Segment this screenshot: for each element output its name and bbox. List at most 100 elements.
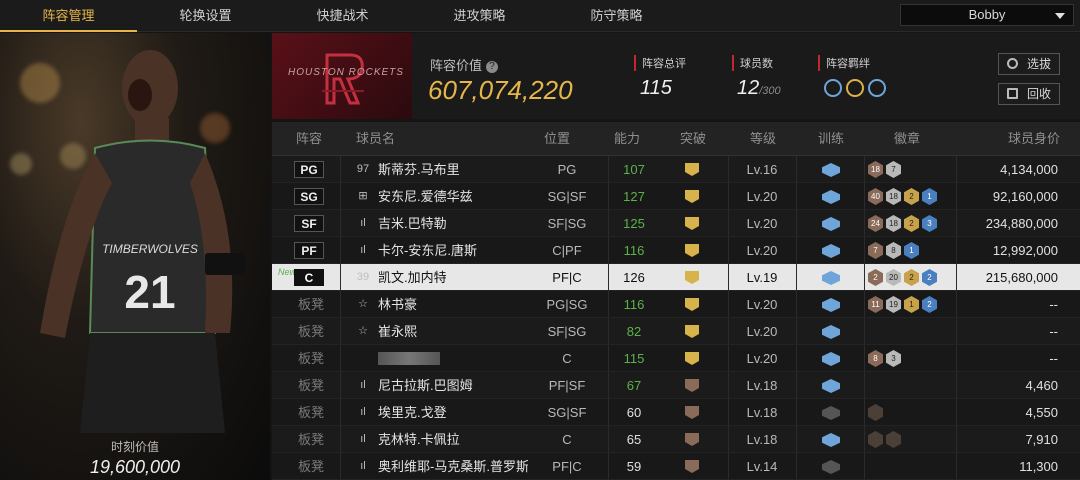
table-row[interactable]: SG ⊞ 安东尼.爱德华兹 SG|SF 127 Lv.20 40 18 2 1 92,160,000: [272, 183, 1080, 210]
player-name[interactable]: 克林特.卡佩拉: [378, 426, 528, 453]
badge-icon[interactable]: 8: [868, 350, 883, 367]
badge-icon[interactable]: 19: [886, 296, 901, 313]
table-row[interactable]: 板凳 ıl 克林特.卡佩拉 C 65 Lv.18 7,910: [272, 426, 1080, 453]
badge-icon[interactable]: 7: [886, 161, 901, 178]
player-level: Lv.19: [746, 270, 778, 285]
badge-icon[interactable]: 2: [904, 269, 919, 286]
help-icon[interactable]: ?: [486, 61, 499, 73]
player-name[interactable]: 吉米.巴特勒: [378, 210, 528, 237]
badge-icon[interactable]: 2: [904, 188, 919, 205]
badge-icon[interactable]: 18: [886, 188, 901, 205]
training-icon[interactable]: [822, 460, 840, 474]
badge-icon[interactable]: 2: [922, 296, 937, 313]
bond-group-icon[interactable]: [824, 79, 842, 97]
player-name[interactable]: 卡尔-安东尼.唐斯: [378, 237, 528, 264]
badge-icon[interactable]: [868, 431, 883, 448]
column-divider: [864, 372, 865, 398]
table-row[interactable]: 板凳 ıl 尼古拉斯.巴图姆 PF|SF 67 Lv.18 4,460: [272, 372, 1080, 399]
training-icon[interactable]: [822, 379, 840, 393]
training-icon[interactable]: [822, 433, 840, 447]
select-button[interactable]: 选拔: [998, 53, 1060, 75]
slot-chip[interactable]: C: [294, 269, 324, 286]
badge-icon[interactable]: 7: [868, 242, 883, 259]
col-training: 训练: [818, 131, 845, 146]
badge-icon[interactable]: [868, 404, 883, 421]
table-row[interactable]: 板凳 ☆ 林书豪 PG|SG 116 Lv.20 11 19 1 2 --: [272, 291, 1080, 318]
player-salary: --: [1049, 297, 1058, 312]
slot-chip[interactable]: SF: [294, 215, 324, 232]
training-icon[interactable]: [822, 244, 840, 258]
table-row[interactable]: PG 97 斯蒂芬.马布里 PG 107 Lv.16 18 7 4,134,000: [272, 156, 1080, 183]
player-level: Lv.18: [746, 432, 778, 447]
table-row[interactable]: 板凳 C 115 Lv.20 8 3 --: [272, 345, 1080, 372]
badge-icon[interactable]: [886, 431, 901, 448]
player-name[interactable]: 凯文.加内特: [378, 264, 528, 291]
slot-chip[interactable]: PG: [294, 161, 324, 178]
badge-icon[interactable]: 2: [904, 215, 919, 232]
badge-icon[interactable]: 11: [868, 296, 883, 313]
tab-quick-tactics[interactable]: 快捷战术: [274, 0, 411, 32]
tab-lineup-management[interactable]: 阵容管理: [0, 0, 137, 32]
bond-group-icon[interactable]: [846, 79, 864, 97]
column-divider: [340, 453, 341, 479]
refresh-icon: [1007, 58, 1018, 69]
badge-icon[interactable]: 1: [904, 296, 919, 313]
badge-icon[interactable]: 3: [886, 350, 901, 367]
recycle-button[interactable]: 回收: [998, 83, 1060, 105]
badge-icon[interactable]: 40: [868, 188, 883, 205]
badge-icon[interactable]: 20: [886, 269, 901, 286]
column-divider: [796, 345, 797, 371]
player-ability: 115: [623, 351, 645, 366]
player-name[interactable]: 埃里克.戈登: [378, 399, 528, 426]
training-icon[interactable]: [822, 298, 840, 312]
player-name[interactable]: 斯蒂芬.马布里: [378, 156, 528, 183]
tab-defense-strategy[interactable]: 防守策略: [548, 0, 685, 32]
training-icon[interactable]: [822, 352, 840, 366]
training-icon[interactable]: [822, 163, 840, 177]
team-summary: HOUSTON ROCKETS 阵容价值? 607,074,220 阵容总评 1…: [272, 33, 1080, 119]
column-divider: [864, 318, 865, 344]
badge-icon[interactable]: 18: [868, 161, 883, 178]
top-nav: 阵容管理 轮换设置 快捷战术 进攻策略 防守策略 Bobby: [0, 0, 1080, 32]
tab-offense-strategy[interactable]: 进攻策略: [411, 0, 548, 32]
table-row[interactable]: PF ıl 卡尔-安东尼.唐斯 C|PF 116 Lv.20 7 8 1 12,992,000: [272, 237, 1080, 264]
badge-icon[interactable]: 24: [868, 215, 883, 232]
table-row[interactable]: 板凳 ıl 埃里克.戈登 SG|SF 60 Lv.18 4,550: [272, 399, 1080, 426]
training-icon[interactable]: [822, 190, 840, 204]
column-divider: [340, 264, 341, 290]
column-divider: [956, 291, 957, 317]
slot-chip[interactable]: PF: [294, 242, 324, 259]
player-position: SF|SG: [547, 324, 587, 339]
slot-chip[interactable]: SG: [294, 188, 324, 205]
badge-icon[interactable]: 8: [886, 242, 901, 259]
player-name[interactable]: 崔永熙: [378, 318, 528, 345]
player-name[interactable]: 安东尼.爱德华兹: [378, 183, 528, 210]
column-divider: [340, 156, 341, 182]
training-icon[interactable]: [822, 271, 840, 285]
slot-label: 板凳: [298, 324, 325, 339]
player-name[interactable]: 奥利维耶-马克桑斯.普罗斯珀: [378, 453, 528, 480]
badge-icon[interactable]: 1: [922, 188, 937, 205]
table-row[interactable]: 板凳 ıl 奥利维耶-马克桑斯.普罗斯珀 PF|C 59 Lv.14 11,300: [272, 453, 1080, 480]
training-icon[interactable]: [822, 325, 840, 339]
player-position: C|PF: [552, 243, 582, 258]
table-row[interactable]: SF ıl 吉米.巴特勒 SF|SG 125 Lv.20 24 18 2 3 234,880,000: [272, 210, 1080, 237]
training-icon[interactable]: [822, 406, 840, 420]
player-illustration: TIMBERWOLVES 21: [40, 50, 245, 433]
col-position: 位置: [544, 131, 571, 146]
bond-group-icon[interactable]: [868, 79, 886, 97]
user-dropdown[interactable]: Bobby: [900, 4, 1074, 26]
tab-rotation-settings[interactable]: 轮换设置: [137, 0, 274, 32]
badge-icon[interactable]: 18: [886, 215, 901, 232]
training-icon[interactable]: [822, 217, 840, 231]
badge-icon[interactable]: 1: [904, 242, 919, 259]
badge-icon[interactable]: 2: [922, 269, 937, 286]
badge-icon[interactable]: 3: [922, 215, 937, 232]
player-name[interactable]: 尼古拉斯.巴图姆: [378, 372, 528, 399]
table-row[interactable]: 板凳 ☆ 崔永熙 SF|SG 82 Lv.20 --: [272, 318, 1080, 345]
badge-icon[interactable]: 2: [868, 269, 883, 286]
player-name[interactable]: 林书豪: [378, 291, 528, 318]
table-row[interactable]: New C 39 凯文.加内特 PF|C 126 Lv.19 2 20 2 2 215,680,000: [272, 264, 1080, 291]
table-header: 阵容 球员名 位置 能力 突破 等级 训练 徽章 球员身价: [272, 122, 1080, 156]
column-divider: [864, 291, 865, 317]
